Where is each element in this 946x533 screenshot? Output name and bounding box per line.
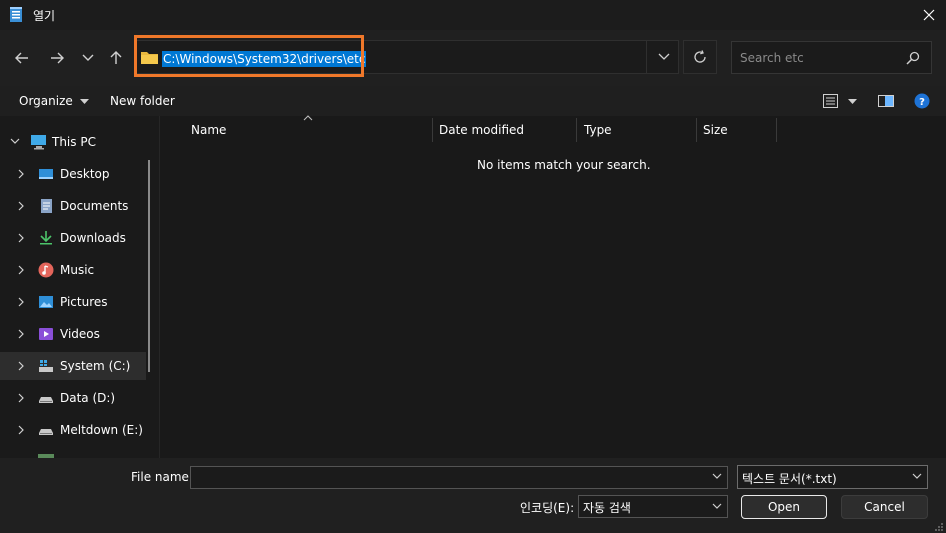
column-divider[interactable] [776, 118, 777, 142]
file-type-value: 텍스트 문서(*.txt) [742, 472, 837, 486]
sidebar-item-data-d[interactable]: Data (D:) [0, 384, 146, 412]
desktop-icon [39, 169, 53, 179]
sidebar-item-music[interactable]: Music [0, 256, 146, 284]
refresh-icon [694, 50, 706, 63]
chevron-right-icon [18, 265, 24, 275]
chevron-right-icon [18, 297, 24, 307]
column-divider[interactable] [432, 118, 433, 142]
arrow-left-icon [15, 52, 28, 64]
chevron-right-icon [18, 233, 24, 243]
pc-icon [31, 135, 46, 150]
sidebar-item-system-c[interactable]: System (C:) [0, 352, 146, 380]
documents-icon [41, 199, 52, 213]
empty-folder-message: No items match your search. [477, 158, 651, 172]
file-type-dropdown-button[interactable] [912, 473, 922, 479]
navigation-pane: This PC Desktop Documents Downloads Musi… [0, 116, 159, 458]
preview-pane-button[interactable] [878, 95, 894, 107]
notepad-icon [9, 7, 23, 23]
drive-icon [39, 429, 53, 435]
sidebar-item-documents[interactable]: Documents [0, 192, 146, 220]
file-name-label: File name: [131, 470, 193, 484]
sidebar-item-label: Music [60, 263, 95, 277]
sidebar-item-label: Meltdown (E:) [60, 423, 143, 437]
file-name-dropdown-button[interactable] [712, 473, 722, 479]
search-input[interactable]: Search etc [740, 51, 804, 65]
sidebar-item-videos[interactable]: Videos [0, 320, 146, 348]
svg-text:?: ? [919, 97, 925, 108]
new-folder-button[interactable]: New folder [110, 94, 175, 108]
column-header-size[interactable]: Size [703, 123, 728, 137]
open-button[interactable]: Open [741, 495, 827, 519]
sort-ascending-icon [303, 115, 313, 121]
encoding-value: 자동 검색 [583, 501, 631, 515]
chevron-right-icon [18, 361, 24, 371]
sidebar-item-label: Data (D:) [60, 391, 116, 405]
view-options-button[interactable] [823, 94, 857, 108]
chevron-right-icon [18, 329, 24, 339]
sidebar-item-this-pc[interactable]: This PC [0, 128, 146, 156]
address-highlight-box [134, 35, 364, 77]
sidebar-item-label: Documents [60, 199, 129, 213]
back-button[interactable] [11, 47, 33, 69]
arrow-up-icon [110, 51, 122, 64]
column-divider[interactable] [696, 118, 697, 142]
help-button[interactable]: ? [914, 93, 930, 109]
file-name-input[interactable] [190, 466, 728, 489]
sidebar-item-label: This PC [52, 135, 96, 149]
search-icon [906, 51, 920, 65]
up-button[interactable] [105, 47, 127, 69]
chevron-right-icon [18, 425, 24, 435]
arrow-right-icon [51, 52, 64, 64]
encoding-label: 인코딩(E): [520, 501, 575, 515]
music-icon [38, 262, 54, 278]
sidebar-scrollbar[interactable] [148, 160, 150, 372]
column-header-type[interactable]: Type [584, 123, 612, 137]
preview-pane-icon [878, 95, 894, 107]
chevron-down-icon [658, 53, 669, 60]
close-icon [923, 9, 935, 21]
column-header-name[interactable]: Name [191, 123, 226, 137]
sidebar-item-label: Downloads [60, 231, 126, 245]
chevron-right-icon [18, 201, 24, 211]
refresh-button[interactable] [683, 40, 717, 74]
chevron-down-icon [82, 54, 94, 61]
sidebar-item-downloads[interactable]: Downloads [0, 224, 146, 252]
downloads-icon [40, 231, 52, 245]
close-button[interactable] [912, 0, 946, 30]
chevron-down-icon [712, 503, 722, 509]
drive-icon [39, 397, 53, 403]
sidebar-item-label: Pictures [60, 295, 108, 309]
videos-icon [39, 328, 53, 340]
windows-drive-icon [39, 360, 53, 372]
organize-label: Organize [19, 94, 73, 108]
address-dropdown-button[interactable] [646, 40, 680, 74]
title-bar [0, 0, 946, 30]
sidebar-item-label: System (C:) [60, 359, 131, 373]
resize-grip-icon[interactable] [934, 522, 944, 532]
sidebar-item-label: Desktop [60, 167, 110, 181]
organize-button[interactable]: Organize [19, 94, 89, 108]
encoding-dropdown-button[interactable] [712, 503, 722, 509]
forward-button[interactable] [46, 47, 68, 69]
window-title: 열기 [33, 9, 56, 23]
cancel-button[interactable]: Cancel [841, 495, 928, 519]
column-divider[interactable] [576, 118, 577, 142]
chevron-down-icon [712, 473, 722, 479]
sidebar-item-desktop[interactable]: Desktop [0, 160, 146, 188]
chevron-down-icon [10, 138, 20, 144]
caret-down-icon [79, 98, 89, 104]
recent-locations-button[interactable] [77, 47, 99, 69]
sidebar-item-pictures[interactable]: Pictures [0, 288, 146, 316]
help-icon: ? [914, 93, 930, 109]
list-view-icon [823, 94, 857, 108]
pictures-icon [39, 296, 53, 308]
chevron-right-icon [18, 169, 24, 179]
chevron-down-icon [912, 473, 922, 479]
sidebar-item-label: Videos [60, 327, 100, 341]
chevron-right-icon [18, 393, 24, 403]
column-header-date-modified[interactable]: Date modified [439, 123, 524, 137]
sidebar-item-meltdown-e[interactable]: Meltdown (E:) [0, 416, 146, 444]
